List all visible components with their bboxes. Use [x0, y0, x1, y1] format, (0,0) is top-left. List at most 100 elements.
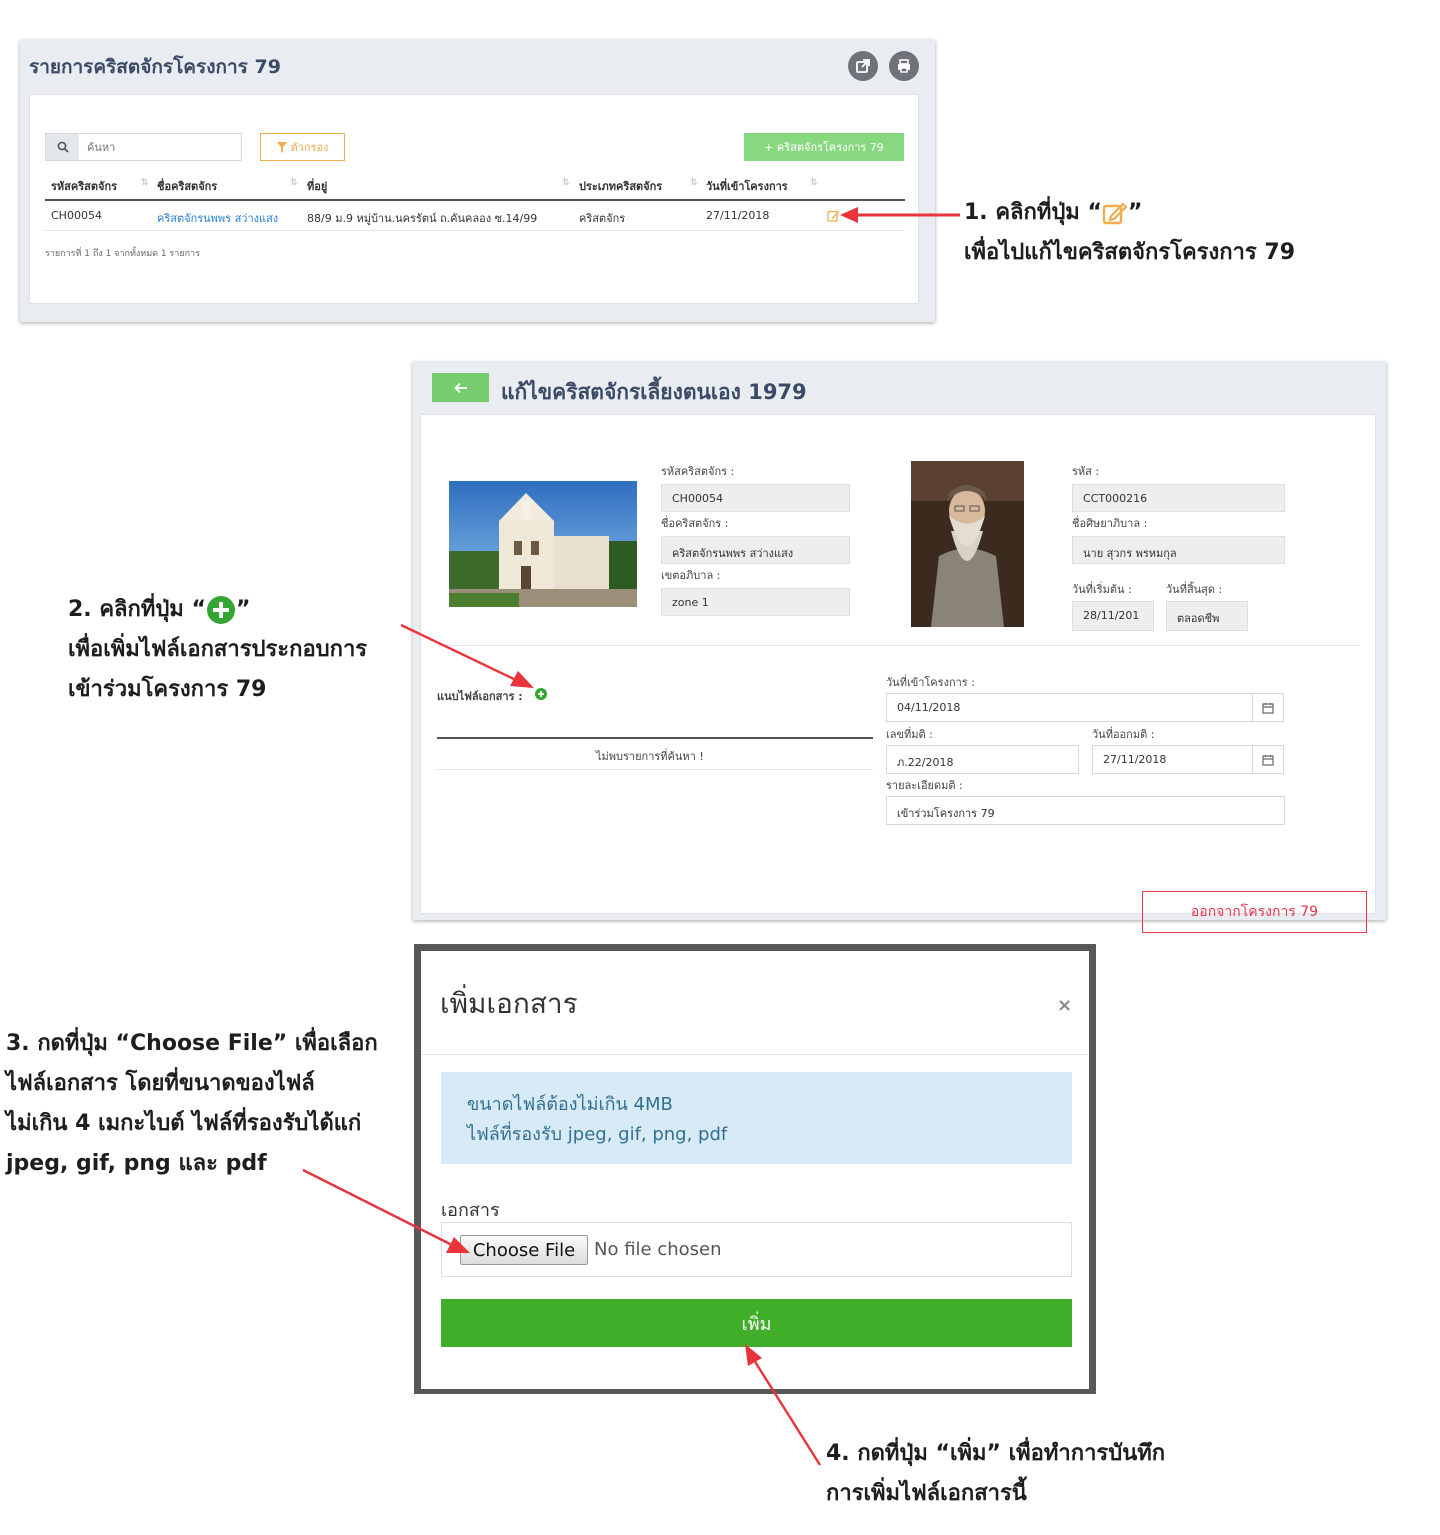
cell-address: 88/9 ม.9 หมู่บ้าน.นครรัตน์ ถ.คันคลอง ซ.1… — [307, 212, 538, 225]
table-row-divider — [45, 230, 905, 231]
pastor-field: นาย สุวกร พรหมกุล — [1072, 536, 1285, 564]
church-name-label: ชื่อคริสตจักร : — [661, 517, 729, 530]
cell-date: 27/11/2018 — [706, 209, 770, 222]
column-header-name[interactable]: ชื่อคริสตจักร — [157, 177, 217, 195]
table-header-divider — [45, 199, 905, 201]
note-text: 4. กดที่ปุ่ม “เพิ่ม” เพื่อทำการบันทึก — [826, 1441, 1166, 1466]
calendar-button[interactable] — [1252, 745, 1284, 774]
arrow-to-choose-file-icon — [302, 1168, 470, 1253]
arrow-to-add-button-icon — [745, 1344, 822, 1466]
search-button[interactable] — [46, 134, 79, 160]
zone-label: เขตอภิบาล : — [661, 569, 721, 582]
note-text: ไม่เกิน 4 เมกะไบต์ ไฟล์ที่รองรับได้แก่ — [6, 1111, 362, 1136]
note-text: 2. คลิกที่ปุ่ม “ — [68, 597, 206, 622]
close-icon[interactable]: × — [1057, 995, 1072, 1016]
table-row-divider — [437, 769, 873, 770]
column-header-address[interactable]: ที่อยู่ — [307, 177, 327, 195]
cell-code: CH00054 — [51, 209, 102, 222]
sort-icon[interactable]: ⇅ — [810, 178, 818, 188]
zone-field: zone 1 — [661, 588, 850, 616]
filter-button[interactable]: ตัวกรอง — [260, 133, 345, 161]
list-content: ตัวกรอง + คริสตจักรโครงการ 79 รหัสคริสตจ… — [29, 94, 919, 304]
edit-icon — [1102, 202, 1128, 225]
start-date-label: วันที่เริ่มต้น : — [1072, 583, 1132, 596]
note-text: เพื่อไปแก้ไขคริสตจักรโครงการ 79 — [964, 240, 1295, 265]
dialog-header-divider — [421, 1054, 1089, 1055]
column-header-type[interactable]: ประเภทคริสตจักร — [579, 177, 662, 195]
add-document-dialog-backdrop: เพิ่มเอกสาร × ขนาดไฟล์ต้องไม่เกิน 4MB ไฟ… — [414, 944, 1096, 1394]
file-type-info: ไฟล์ที่รองรับ jpeg, gif, png, pdf — [467, 1124, 728, 1145]
add-church-button[interactable]: + คริสตจักรโครงการ 79 — [744, 133, 904, 161]
resolution-no-label: เลขที่มติ : — [886, 728, 933, 741]
print-icon — [898, 59, 910, 73]
calendar-button[interactable] — [1252, 693, 1284, 722]
sort-icon[interactable]: ⇅ — [690, 178, 698, 188]
column-header-code[interactable]: รหัสคริสตจักร — [51, 177, 117, 195]
calendar-icon — [1262, 702, 1274, 714]
resolution-date-input[interactable]: 27/11/2018 — [1092, 745, 1253, 774]
note-text: 3. กดที่ปุ่ม “Choose File” เพื่อเลือก — [6, 1031, 378, 1056]
table-header-divider — [437, 737, 873, 739]
instruction-step-2: 2. คลิกที่ปุ่ม “ ” เพื่อเพิ่มไฟล์เอกสารป… — [68, 590, 367, 710]
church-photo — [449, 481, 637, 607]
code-field: CCT000216 — [1072, 484, 1285, 512]
sort-icon[interactable]: ⇅ — [141, 178, 149, 188]
note-text: ” — [1127, 200, 1143, 225]
calendar-icon — [1262, 754, 1274, 766]
pagination-info: รายการที่ 1 ถึง 1 จากทั้งหมด 1 รายการ — [45, 249, 200, 259]
end-date-label: วันที่สิ้นสุด : — [1166, 583, 1223, 596]
church-code-label: รหัสคริสตจักร : — [661, 465, 735, 478]
cell-type: คริสตจักร — [579, 212, 626, 225]
note-text: 1. คลิกที่ปุ่ม “ — [964, 200, 1102, 225]
empty-result-text: ไม่พบรายการที่ค้นหา ! — [596, 750, 704, 763]
note-text: ” — [235, 597, 251, 622]
instruction-step-4: 4. กดที่ปุ่ม “เพิ่ม” เพื่อทำการบันทึก กา… — [826, 1434, 1165, 1514]
export-button[interactable] — [848, 51, 878, 81]
start-date-field: 28/11/201 — [1072, 601, 1154, 631]
file-input: Choose File No file chosen — [441, 1222, 1072, 1277]
filter-label: ตัวกรอง — [290, 141, 329, 154]
section-divider — [438, 645, 1360, 646]
dialog-title: เพิ่มเอกสาร — [440, 987, 578, 1020]
code-label: รหัส : — [1072, 465, 1100, 478]
note-text: ไฟล์เอกสาร โดยที่ขนาดของไฟล์ — [6, 1071, 315, 1096]
sort-icon[interactable]: ⇅ — [290, 178, 298, 188]
note-text: เพื่อเพิ่มไฟล์เอกสารประกอบการ — [68, 637, 368, 662]
add-document-dialog: เพิ่มเอกสาร × ขนาดไฟล์ต้องไม่เกิน 4MB ไฟ… — [421, 951, 1089, 1389]
search-box — [45, 133, 242, 161]
instruction-step-3: 3. กดที่ปุ่ม “Choose File” เพื่อเลือก ไฟ… — [6, 1024, 378, 1184]
end-date-field: ตลอดชีพ — [1166, 601, 1248, 631]
resolution-no-input[interactable]: ภ.22/2018 — [886, 745, 1079, 774]
edit-church-panel: แก้ไขคริสตจักรเลี้ยงตนเอง 1979 รหัสคริสต… — [413, 362, 1386, 933]
resolution-date-label: วันที่ออกมติ : — [1092, 728, 1155, 741]
sort-icon[interactable]: ⇅ — [562, 178, 570, 188]
page-title: แก้ไขคริสตจักรเลี้ยงตนเอง 1979 — [501, 380, 807, 404]
column-header-date[interactable]: วันที่เข้าโครงการ — [706, 177, 788, 195]
file-size-info: ขนาดไฟล์ต้องไม่เกิน 4MB — [467, 1094, 673, 1115]
arrow-to-edit-icon — [840, 207, 960, 223]
external-link-icon — [856, 59, 870, 73]
join-date-input[interactable]: 04/11/2018 — [886, 693, 1253, 722]
resolution-detail-label: รายละเอียดมติ : — [886, 779, 963, 792]
join-date-label: วันที่เข้าโครงการ : — [886, 676, 975, 689]
file-info-alert: ขนาดไฟล์ต้องไม่เกิน 4MB ไฟล์ที่รองรับ jp… — [441, 1072, 1072, 1164]
note-text: เข้าร่วมโครงการ 79 — [68, 677, 267, 702]
edit-icon[interactable] — [827, 209, 840, 222]
search-icon — [57, 141, 69, 153]
page-title: รายการคริสตจักรโครงการ 79 — [29, 56, 281, 78]
instruction-step-1: 1. คลิกที่ปุ่ม “ ” เพื่อไปแก้ไขคริสตจักร… — [964, 193, 1295, 273]
note-text: การเพิ่มไฟล์เอกสารนี้ — [826, 1481, 1027, 1506]
print-button[interactable] — [889, 51, 919, 81]
church-name-link[interactable]: คริสตจักรนพพร สว่างแสง — [157, 209, 278, 227]
resolution-detail-input[interactable]: เข้าร่วมโครงการ 79 — [886, 796, 1285, 825]
pastor-label: ชื่อศิษยาภิบาล : — [1072, 517, 1148, 530]
no-file-text: No file chosen — [594, 1239, 722, 1260]
church-code-field: CH00054 — [661, 484, 850, 512]
back-button[interactable] — [432, 373, 489, 402]
edit-form: รหัสคริสตจักร : CH00054 ชื่อคริสตจักร : … — [420, 414, 1376, 933]
pastor-photo — [911, 461, 1024, 627]
filter-icon — [276, 141, 287, 153]
choose-file-button[interactable]: Choose File — [460, 1235, 588, 1265]
leave-project-button[interactable]: ออกจากโครงการ 79 — [1142, 891, 1367, 933]
search-input[interactable] — [80, 134, 240, 160]
